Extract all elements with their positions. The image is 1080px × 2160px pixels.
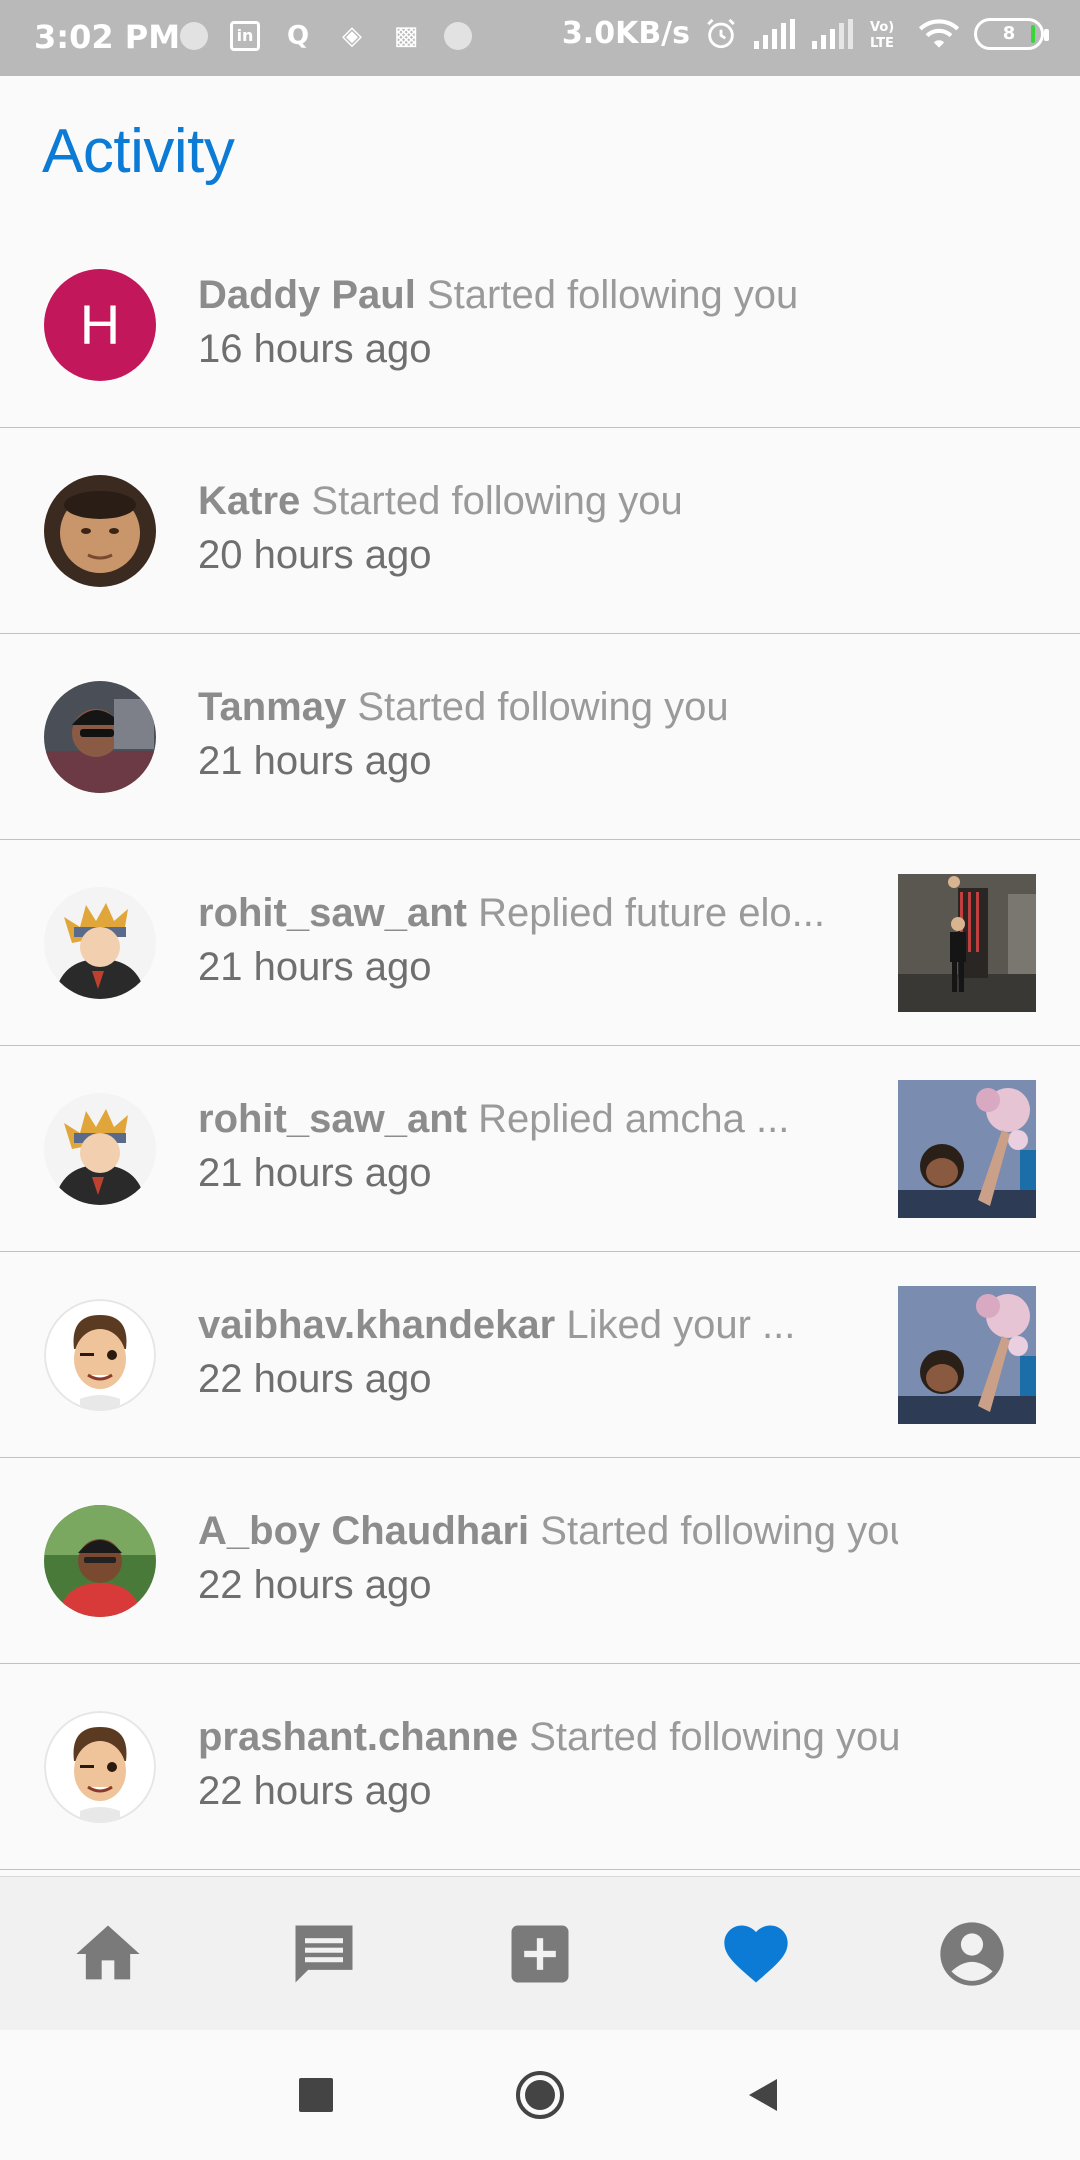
circle-icon bbox=[516, 2071, 564, 2119]
activity-item[interactable]: rohit_saw_ant Replied future elo... 21 h… bbox=[0, 840, 1080, 1046]
username[interactable]: prashant.channe bbox=[198, 1715, 518, 1759]
activity-time: 22 hours ago bbox=[198, 1768, 432, 1813]
post-thumbnail[interactable] bbox=[898, 873, 1036, 1012]
activity-list: H Daddy Paul Started following you 16 ho… bbox=[0, 222, 1080, 1870]
post-thumbnail[interactable] bbox=[898, 1079, 1036, 1218]
activity-text: A_boy Chaudhari Started following you 22… bbox=[198, 1505, 898, 1613]
volte-icon: Vo)LTE bbox=[870, 20, 894, 51]
activity-item[interactable]: vaibhav.khandekar Liked your ... 22 hour… bbox=[0, 1252, 1080, 1458]
nav-messages[interactable] bbox=[269, 1899, 379, 2009]
photo-avatar[interactable] bbox=[44, 1504, 156, 1617]
activity-item[interactable]: prashant.channe Started following you 22… bbox=[0, 1664, 1080, 1870]
home-button[interactable] bbox=[505, 2060, 575, 2130]
nav-profile[interactable] bbox=[917, 1899, 1027, 2009]
square-icon bbox=[299, 2078, 333, 2112]
svg-text:LTE: LTE bbox=[870, 36, 894, 51]
system-navigation bbox=[0, 2030, 1080, 2160]
linkedin-icon: in bbox=[230, 21, 260, 51]
notification-icons: in Q ◈ ▩ bbox=[180, 20, 472, 52]
activity-item[interactable]: Tanmay Started following you 21 hours ag… bbox=[0, 634, 1080, 840]
page-title: Activity bbox=[42, 117, 235, 186]
username[interactable]: Tanmay bbox=[198, 685, 346, 729]
activity-time: 21 hours ago bbox=[198, 944, 432, 989]
username[interactable]: rohit_saw_ant bbox=[198, 1097, 467, 1141]
username[interactable]: A_boy Chaudhari bbox=[198, 1509, 529, 1553]
svg-text:Vo): Vo) bbox=[870, 20, 894, 35]
cartoon-avatar[interactable] bbox=[44, 1710, 156, 1823]
activity-text: Katre Started following you 20 hours ago bbox=[198, 475, 898, 583]
recents-button[interactable] bbox=[281, 2060, 351, 2130]
chat-icon bbox=[295, 1925, 353, 1982]
activity-action: Started following you bbox=[357, 684, 729, 729]
activity-action: Started following you bbox=[540, 1508, 898, 1553]
activity-time: 22 hours ago bbox=[198, 1562, 432, 1607]
activity-action: Started following you bbox=[311, 478, 683, 523]
anime-avatar[interactable] bbox=[44, 886, 156, 999]
nav-add-post[interactable] bbox=[485, 1899, 595, 2009]
bottom-navigation bbox=[0, 1876, 1080, 2030]
triangle-back-icon bbox=[749, 2079, 777, 2111]
add-post-icon bbox=[511, 1925, 569, 1982]
heart-icon bbox=[724, 1925, 788, 1982]
profile-icon bbox=[940, 1921, 1004, 1986]
activity-item[interactable]: A_boy Chaudhari Started following you 22… bbox=[0, 1458, 1080, 1664]
username[interactable]: vaibhav.khandekar bbox=[198, 1303, 555, 1347]
activity-item[interactable]: rohit_saw_ant Replied amcha ... 21 hours… bbox=[0, 1046, 1080, 1252]
network-speed: 3.0KB/s bbox=[561, 16, 690, 51]
activity-text: rohit_saw_ant Replied future elo... 21 h… bbox=[198, 887, 898, 995]
photo-avatar[interactable] bbox=[44, 680, 156, 793]
home-icon bbox=[76, 1925, 140, 1979]
battery-level: 8 bbox=[1002, 22, 1016, 44]
activity-action: Started following you bbox=[529, 1714, 898, 1759]
activity-action: Liked your ... bbox=[566, 1302, 796, 1347]
activity-text: vaibhav.khandekar Liked your ... 22 hour… bbox=[198, 1299, 898, 1407]
book-icon: ◈ bbox=[342, 21, 362, 51]
username[interactable]: Katre bbox=[198, 479, 300, 523]
alarm-icon bbox=[707, 18, 735, 48]
username[interactable]: rohit_saw_ant bbox=[198, 891, 467, 935]
quora-icon: Q bbox=[286, 21, 310, 51]
wifi-icon bbox=[918, 18, 960, 48]
signal-icon bbox=[812, 18, 853, 49]
trash-icon: ▩ bbox=[393, 21, 419, 51]
nav-home[interactable] bbox=[53, 1899, 163, 2009]
back-button[interactable] bbox=[728, 2060, 798, 2130]
notification-dot-icon bbox=[444, 22, 472, 50]
activity-item[interactable]: H Daddy Paul Started following you 16 ho… bbox=[0, 222, 1080, 428]
activity-time: 21 hours ago bbox=[198, 738, 432, 783]
letter-avatar[interactable]: H bbox=[44, 268, 156, 381]
activity-time: 21 hours ago bbox=[198, 1150, 432, 1195]
post-thumbnail[interactable] bbox=[898, 1285, 1036, 1424]
signal-icon bbox=[754, 18, 795, 49]
activity-item[interactable]: Katre Started following you 20 hours ago bbox=[0, 428, 1080, 634]
photo-avatar[interactable] bbox=[44, 474, 156, 587]
username[interactable]: Daddy Paul bbox=[198, 273, 416, 317]
nav-activity[interactable] bbox=[701, 1899, 811, 2009]
activity-text: prashant.channe Started following you 22… bbox=[198, 1711, 898, 1819]
status-time: 3:02 PM bbox=[34, 18, 181, 56]
cartoon-avatar[interactable] bbox=[44, 1298, 156, 1411]
activity-action: Started following you bbox=[426, 272, 799, 317]
activity-text: Daddy Paul Started following you 16 hour… bbox=[198, 269, 898, 377]
activity-action: Replied future elo... bbox=[478, 890, 825, 935]
activity-text: Tanmay Started following you 21 hours ag… bbox=[198, 681, 898, 789]
activity-time: 22 hours ago bbox=[198, 1356, 432, 1401]
activity-text: rohit_saw_ant Replied amcha ... 21 hours… bbox=[198, 1093, 898, 1201]
activity-time: 16 hours ago bbox=[198, 326, 432, 371]
notification-dot-icon bbox=[180, 22, 208, 50]
activity-action: Replied amcha ... bbox=[478, 1096, 790, 1141]
status-bar: 3:02 PM in Q ◈ ▩ 3.0KB/s Vo) LTE 8 bbox=[0, 0, 1080, 76]
system-indicators: 3.0KB/s Vo) LTE 8 bbox=[561, 16, 1049, 51]
activity-time: 20 hours ago bbox=[198, 532, 432, 577]
battery-icon: 8 bbox=[974, 17, 1049, 50]
anime-avatar[interactable] bbox=[44, 1092, 156, 1205]
